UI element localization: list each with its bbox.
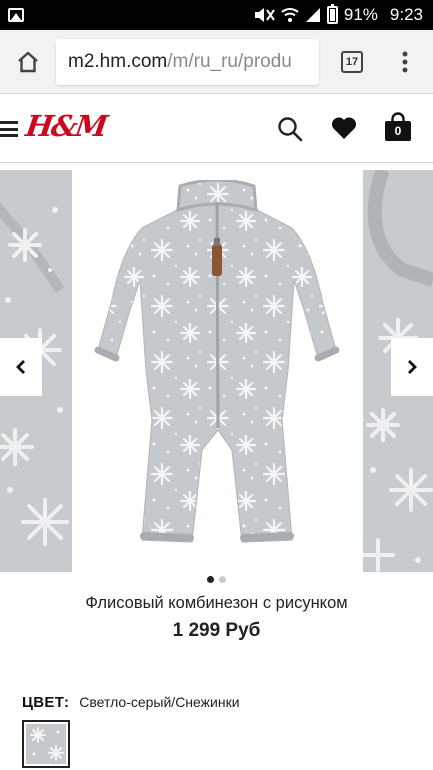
carousel-dot-1[interactable] (207, 576, 214, 583)
wifi-icon (281, 8, 299, 22)
tab-switcher-button[interactable]: 17 (319, 30, 385, 94)
clock: 9:23 (389, 5, 423, 24)
battery-percent: 91% (343, 5, 378, 24)
shopping-bag-button[interactable]: 0 (384, 112, 412, 142)
color-swatch-light-grey-snowflakes[interactable] (22, 720, 70, 768)
more-vert-icon (402, 51, 408, 72)
favorites-heart-icon[interactable] (331, 117, 357, 140)
home-icon (18, 51, 38, 72)
url-bar[interactable]: m2.hm.com/m/ru_ru/produ (56, 38, 319, 85)
battery-icon (326, 4, 338, 24)
color-value: Светло-серый/Снежинки (79, 694, 240, 710)
carousel-prev-button[interactable] (0, 338, 42, 396)
carousel-indicator (0, 576, 433, 583)
hamburger-menu-icon[interactable] (0, 121, 18, 137)
browser-menu-button[interactable] (385, 30, 425, 94)
product-title: Флисовый комбинезон с рисунком (85, 594, 348, 612)
chevron-left-icon (16, 360, 25, 374)
chevron-right-icon (408, 360, 417, 374)
url-path: /m/ru_ru/produ (167, 50, 292, 72)
browser-toolbar: m2.hm.com/m/ru_ru/produ 17 (0, 30, 433, 94)
carousel-next-button[interactable] (391, 338, 433, 396)
product-image-jumpsuit (94, 180, 340, 543)
search-icon[interactable] (277, 116, 303, 142)
product-image-carousel[interactable] (0, 164, 433, 574)
site-header: H&M 0 (0, 95, 433, 163)
color-label: ЦВЕТ: (22, 694, 70, 711)
color-selector-row: ЦВЕТ: Светло-серый/Снежинки (22, 694, 240, 711)
carousel-dot-2[interactable] (219, 576, 226, 583)
mute-icon (254, 8, 275, 22)
tab-count: 17 (341, 50, 363, 73)
signal-icon (305, 8, 320, 22)
product-price: 1 299 Руб (172, 620, 261, 641)
url-host: m2.hm.com (68, 50, 168, 72)
bag-count: 0 (394, 124, 402, 138)
hm-logo[interactable]: H&M (24, 109, 108, 143)
status-bar: 91% 9:23 (0, 0, 433, 30)
image-notification-icon (8, 8, 24, 22)
home-button[interactable] (0, 30, 56, 94)
